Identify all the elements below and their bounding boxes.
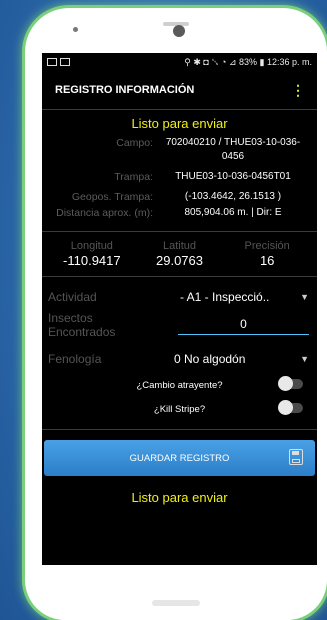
actions-section: GUARDAR REGISTRO Listo para enviar [42,429,317,505]
overflow-menu-icon[interactable]: ⋮ [291,83,305,97]
detail-value: 805,904.06 m. | Dir: E [184,207,282,218]
toggle-knob [278,400,293,415]
notification-icons [47,58,70,66]
detail-label: Trampa: [114,171,153,183]
precision-field: Precisión 16 [223,240,311,268]
phone-frame: ⚲ ✱ ◘ ␖ ◔ ⊿ 83% ▮ 12:36 p. m. REGISTRO I… [25,8,327,620]
form-section: Actividad - A1 - Inspecció.. ▼ Insectos … [42,276,317,421]
page-title: REGISTRO INFORMACIÓN [55,84,195,96]
actividad-dropdown[interactable]: - A1 - Inspecció.. ▼ [160,290,309,304]
insectos-row: Insectos Encontrados 0 [42,311,317,339]
cambio-atrayente-row: ¿Cambio atrayente? [42,373,317,397]
kill-stripe-row: ¿Kill Stripe? [42,397,317,421]
latitud-field: Latitud 29.0763 [136,240,224,268]
dropdown-arrow-icon: ▼ [300,292,309,302]
cambio-atrayente-label: ¿Cambio atrayente? [136,379,223,391]
detail-value: THUE03-10-036-0456T01 [175,171,291,182]
save-button-label: GUARDAR REGISTRO [129,452,230,464]
fenologia-selected: 0 No algodón [174,352,246,366]
floppy-disk-icon [289,449,303,465]
fenologia-label: Fenología [48,352,102,366]
home-button[interactable] [152,600,200,606]
status-bar: ⚲ ✱ ◘ ␖ ◔ ⊿ 83% ▮ 12:36 p. m. [42,53,317,71]
app-bar: REGISTRO INFORMACIÓN ⋮ [42,71,317,109]
status-message-top: Listo para enviar [131,116,228,131]
status-bar-right: ⚲ ✱ ◘ ␖ ◔ ⊿ 83% ▮ 12:36 p. m. [184,56,312,67]
cambio-atrayente-toggle[interactable] [278,376,303,391]
detail-label: Distancia aprox. (m): [56,207,153,219]
toggle-knob [278,376,293,391]
detail-row-distancia: Distancia aprox. (m): 805,904.06 m. | Di… [42,206,317,220]
front-camera [173,25,185,37]
latitud-label: Latitud [162,240,197,252]
kill-stripe-label: ¿Kill Stripe? [153,403,206,415]
precision-label: Precisión [244,240,290,252]
save-record-button[interactable]: GUARDAR REGISTRO [44,440,315,476]
notification-icon [60,58,70,66]
detail-value: 702040210 / THUE03-10-036-0456 [165,137,301,162]
kill-stripe-toggle[interactable] [278,400,303,415]
longitud-value: -110.9417 [63,253,121,268]
detail-label: Geopos. Trampa: [71,191,153,203]
longitud-label: Longitud [70,240,113,252]
insectos-input[interactable]: 0 [178,316,309,335]
sensor-dot [73,27,78,32]
longitud-field: Longitud -110.9417 [48,240,136,268]
actividad-label: Actividad [48,290,97,304]
details-section: Listo para enviar Campo: 702040210 / THU… [42,109,317,220]
app-screen: ⚲ ✱ ◘ ␖ ◔ ⊿ 83% ▮ 12:36 p. m. REGISTRO I… [42,53,317,565]
detail-row-trampa: Trampa: THUE03-10-036-0456T01 [42,170,317,184]
detail-row-campo: Campo: 702040210 / THUE03-10-036-0456 [42,136,317,164]
fenologia-row: Fenología 0 No algodón ▼ [42,345,317,373]
detail-row-geopos: Geopos. Trampa: (-103.4642, 26.1513 ) [42,190,317,204]
latitud-value: 29.0763 [156,253,203,268]
status-message-bottom: Listo para enviar [131,490,228,505]
fenologia-dropdown[interactable]: 0 No algodón ▼ [160,352,309,366]
dropdown-arrow-icon: ▼ [300,354,309,364]
actividad-selected: - A1 - Inspecció.. [180,290,270,304]
insectos-label: Insectos Encontrados [48,311,116,339]
actividad-row: Actividad - A1 - Inspecció.. ▼ [42,283,317,311]
coordinates-section: Longitud -110.9417 Latitud 29.0763 Preci… [42,231,317,276]
precision-value: 16 [259,253,275,268]
detail-value: (-103.4642, 26.1513 ) [184,191,282,202]
detail-label: Campo: [116,137,153,149]
notification-icon [47,58,57,66]
